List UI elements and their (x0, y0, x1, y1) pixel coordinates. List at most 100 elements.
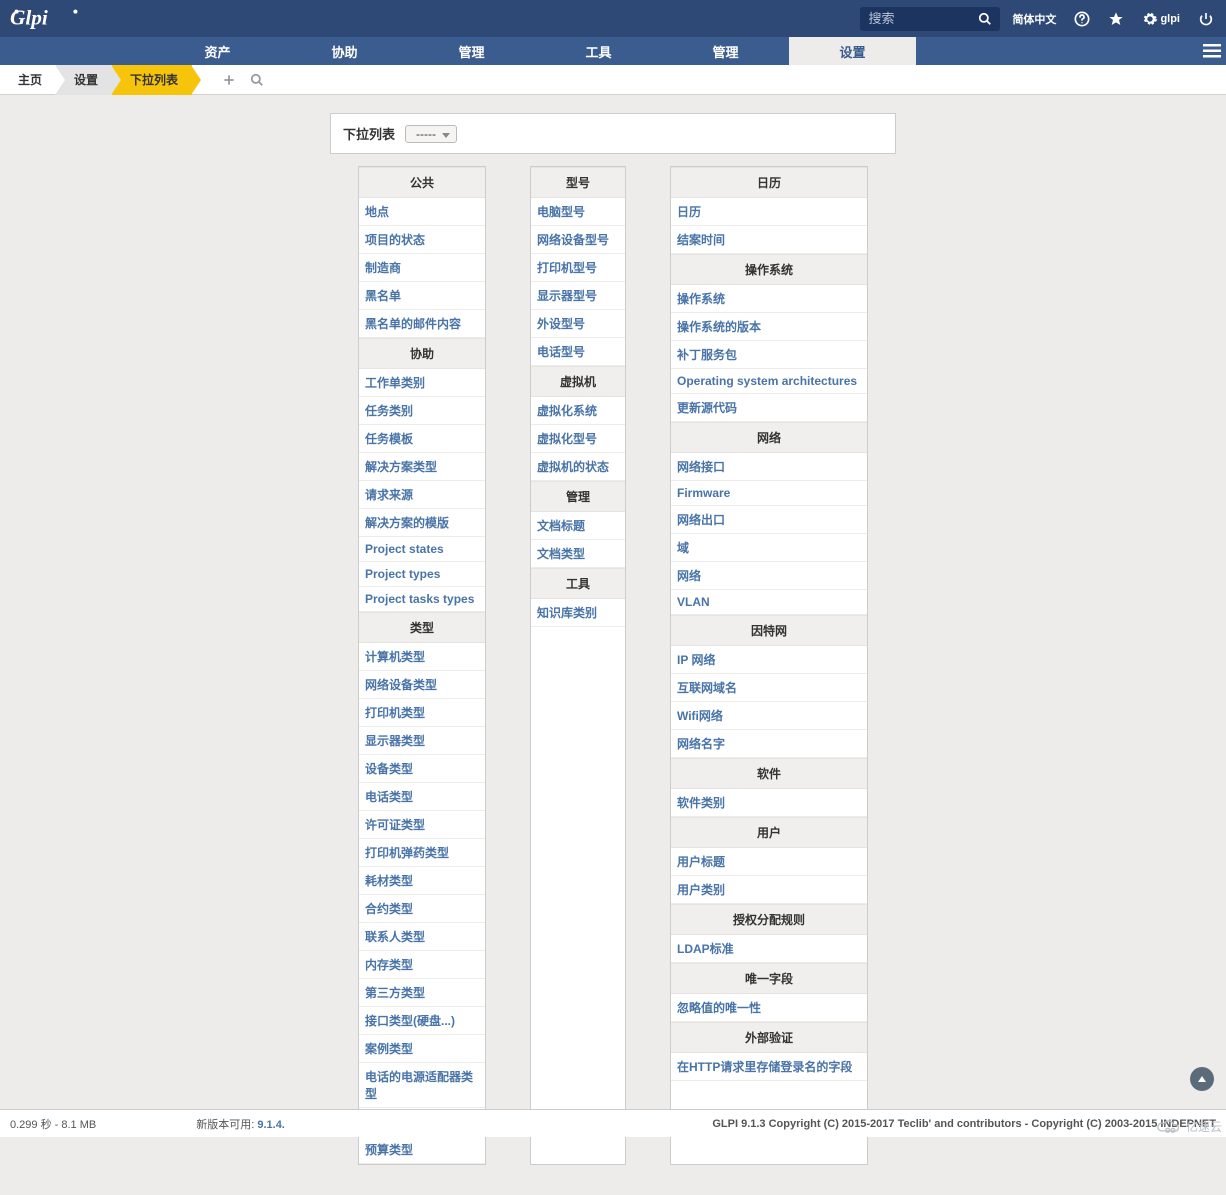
footer-version-link[interactable]: 9.1.4. (257, 1119, 285, 1131)
dropdown-link[interactable]: IP 网络 (671, 646, 867, 674)
dropdown-link[interactable]: 电话类型 (359, 783, 485, 811)
dropdown-link[interactable]: 制造商 (359, 254, 485, 282)
dropdown-link[interactable]: Project states (359, 537, 485, 562)
dropdown-link[interactable]: Project tasks types (359, 587, 485, 612)
dropdown-link[interactable]: 计算机类型 (359, 643, 485, 671)
main-nav: 资产 协助 管理 工具 管理 设置 (0, 37, 1226, 65)
dropdown-link[interactable]: 工作单类别 (359, 369, 485, 397)
add-icon[interactable] (222, 73, 236, 87)
section-head: 虚拟机 (531, 366, 625, 397)
gear-icon[interactable]: glpi (1136, 11, 1186, 27)
filter-bar: 下拉列表 ----- (330, 113, 896, 154)
dropdown-link[interactable]: 网络设备型号 (531, 226, 625, 254)
dropdown-link[interactable]: 设备类型 (359, 755, 485, 783)
menu-icon[interactable] (1198, 37, 1226, 65)
dropdown-link[interactable]: 网络接口 (671, 453, 867, 481)
nav-tools[interactable]: 工具 (535, 37, 662, 65)
dropdown-link[interactable]: 虚拟化系统 (531, 397, 625, 425)
dropdown-link[interactable]: 联系人类型 (359, 923, 485, 951)
dropdown-link[interactable]: 更新源代码 (671, 394, 867, 422)
breadcrumb: 主页 设置 下拉列表 (0, 65, 1226, 95)
dropdown-link[interactable]: 网络设备类型 (359, 671, 485, 699)
dropdown-link[interactable]: 操作系统 (671, 285, 867, 313)
dropdown-link[interactable]: 文档类型 (531, 540, 625, 568)
dropdown-link[interactable]: 电话的电源适配器类型 (359, 1063, 485, 1108)
dropdown-link[interactable]: 打印机类型 (359, 699, 485, 727)
dropdown-link[interactable]: 显示器型号 (531, 282, 625, 310)
help-icon[interactable] (1068, 11, 1096, 27)
dropdown-link[interactable]: 忽略值的唯一性 (671, 994, 867, 1022)
dropdown-link[interactable]: 打印机型号 (531, 254, 625, 282)
nav-manage2[interactable]: 管理 (662, 37, 789, 65)
nav-assets[interactable]: 资产 (154, 37, 281, 65)
section-head: 管理 (531, 481, 625, 512)
dropdown-link[interactable]: 合约类型 (359, 895, 485, 923)
dropdown-link[interactable]: 外设型号 (531, 310, 625, 338)
footer-version-label: 新版本可用: (196, 1119, 257, 1131)
dropdown-link[interactable]: 知识库类别 (531, 599, 625, 627)
nav-manage1[interactable]: 管理 (408, 37, 535, 65)
language-link[interactable]: 简体中文 (1006, 11, 1062, 27)
dropdown-link[interactable]: 操作系统的版本 (671, 313, 867, 341)
column-3: 日历日历结案时间操作系统操作系统操作系统的版本补丁服务包Operating sy… (670, 166, 868, 1165)
glpi-logo: Glpi (10, 6, 100, 32)
dropdown-link[interactable]: 打印机弹药类型 (359, 839, 485, 867)
dropdown-link[interactable]: Wifi网络 (671, 702, 867, 730)
dropdown-link[interactable]: 第三方类型 (359, 979, 485, 1007)
dropdown-link[interactable]: LDAP标准 (671, 935, 867, 963)
dropdown-link[interactable]: 电脑型号 (531, 198, 625, 226)
dropdown-link[interactable]: 黑名单的邮件内容 (359, 310, 485, 338)
dropdown-link[interactable]: 黑名单 (359, 282, 485, 310)
scroll-top-button[interactable] (1190, 1067, 1214, 1091)
filter-select[interactable]: ----- (405, 125, 457, 143)
dropdown-link[interactable]: 日历 (671, 198, 867, 226)
dropdown-link[interactable]: 请求来源 (359, 481, 485, 509)
nav-settings[interactable]: 设置 (789, 37, 916, 65)
dropdown-link[interactable]: 用户类别 (671, 876, 867, 904)
dropdown-link[interactable]: 电话型号 (531, 338, 625, 366)
dropdown-link[interactable]: 网络名字 (671, 730, 867, 758)
section-head: 工具 (531, 568, 625, 599)
search-button[interactable] (970, 12, 1000, 26)
dropdown-link[interactable]: 耗材类型 (359, 867, 485, 895)
dropdown-link[interactable]: 案例类型 (359, 1035, 485, 1063)
dropdown-link[interactable]: 结案时间 (671, 226, 867, 254)
dropdown-link[interactable]: 软件类别 (671, 789, 867, 817)
dropdown-link[interactable]: 任务类别 (359, 397, 485, 425)
dropdown-link[interactable]: 在HTTP请求里存储登录名的字段 (671, 1053, 867, 1081)
dropdown-link[interactable]: 项目的状态 (359, 226, 485, 254)
dropdown-link[interactable]: Firmware (671, 481, 867, 506)
dropdown-link[interactable]: 许可证类型 (359, 811, 485, 839)
dropdown-link[interactable]: 显示器类型 (359, 727, 485, 755)
search-page-icon[interactable] (250, 73, 264, 87)
dropdown-link[interactable]: 解决方案的模版 (359, 509, 485, 537)
dropdown-link[interactable]: VLAN (671, 590, 867, 615)
power-icon[interactable] (1192, 11, 1220, 27)
star-icon[interactable] (1102, 11, 1130, 27)
dropdown-link[interactable]: 解决方案类型 (359, 453, 485, 481)
dropdown-link[interactable]: 网络 (671, 562, 867, 590)
dropdown-columns: 公共地点项目的状态制造商黑名单黑名单的邮件内容协助工作单类别任务类别任务模板解决… (0, 166, 1226, 1195)
dropdown-link[interactable]: 虚拟化型号 (531, 425, 625, 453)
dropdown-link[interactable]: 任务模板 (359, 425, 485, 453)
dropdown-link[interactable]: 文档标题 (531, 512, 625, 540)
section-head: 因特网 (671, 615, 867, 646)
bc-home[interactable]: 主页 (8, 65, 56, 95)
dropdown-link[interactable]: 虚拟机的状态 (531, 453, 625, 481)
cloud-badge: 亿速云 (1156, 1118, 1222, 1135)
search-input[interactable] (860, 11, 970, 26)
dropdown-link[interactable]: 用户标题 (671, 848, 867, 876)
dropdown-link[interactable]: 地点 (359, 198, 485, 226)
dropdown-link[interactable]: Project types (359, 562, 485, 587)
section-head: 公共 (359, 167, 485, 198)
nav-assist[interactable]: 协助 (281, 37, 408, 65)
dropdown-link[interactable]: 网络出口 (671, 506, 867, 534)
footer-copyright: GLPI 9.1.3 Copyright (C) 2015-2017 Tecli… (712, 1118, 1216, 1130)
dropdown-link[interactable]: Operating system architectures (671, 369, 867, 394)
dropdown-link[interactable]: 预算类型 (359, 1136, 485, 1164)
dropdown-link[interactable]: 补丁服务包 (671, 341, 867, 369)
dropdown-link[interactable]: 内存类型 (359, 951, 485, 979)
dropdown-link[interactable]: 接口类型(硬盘...) (359, 1007, 485, 1035)
dropdown-link[interactable]: 域 (671, 534, 867, 562)
dropdown-link[interactable]: 互联网域名 (671, 674, 867, 702)
